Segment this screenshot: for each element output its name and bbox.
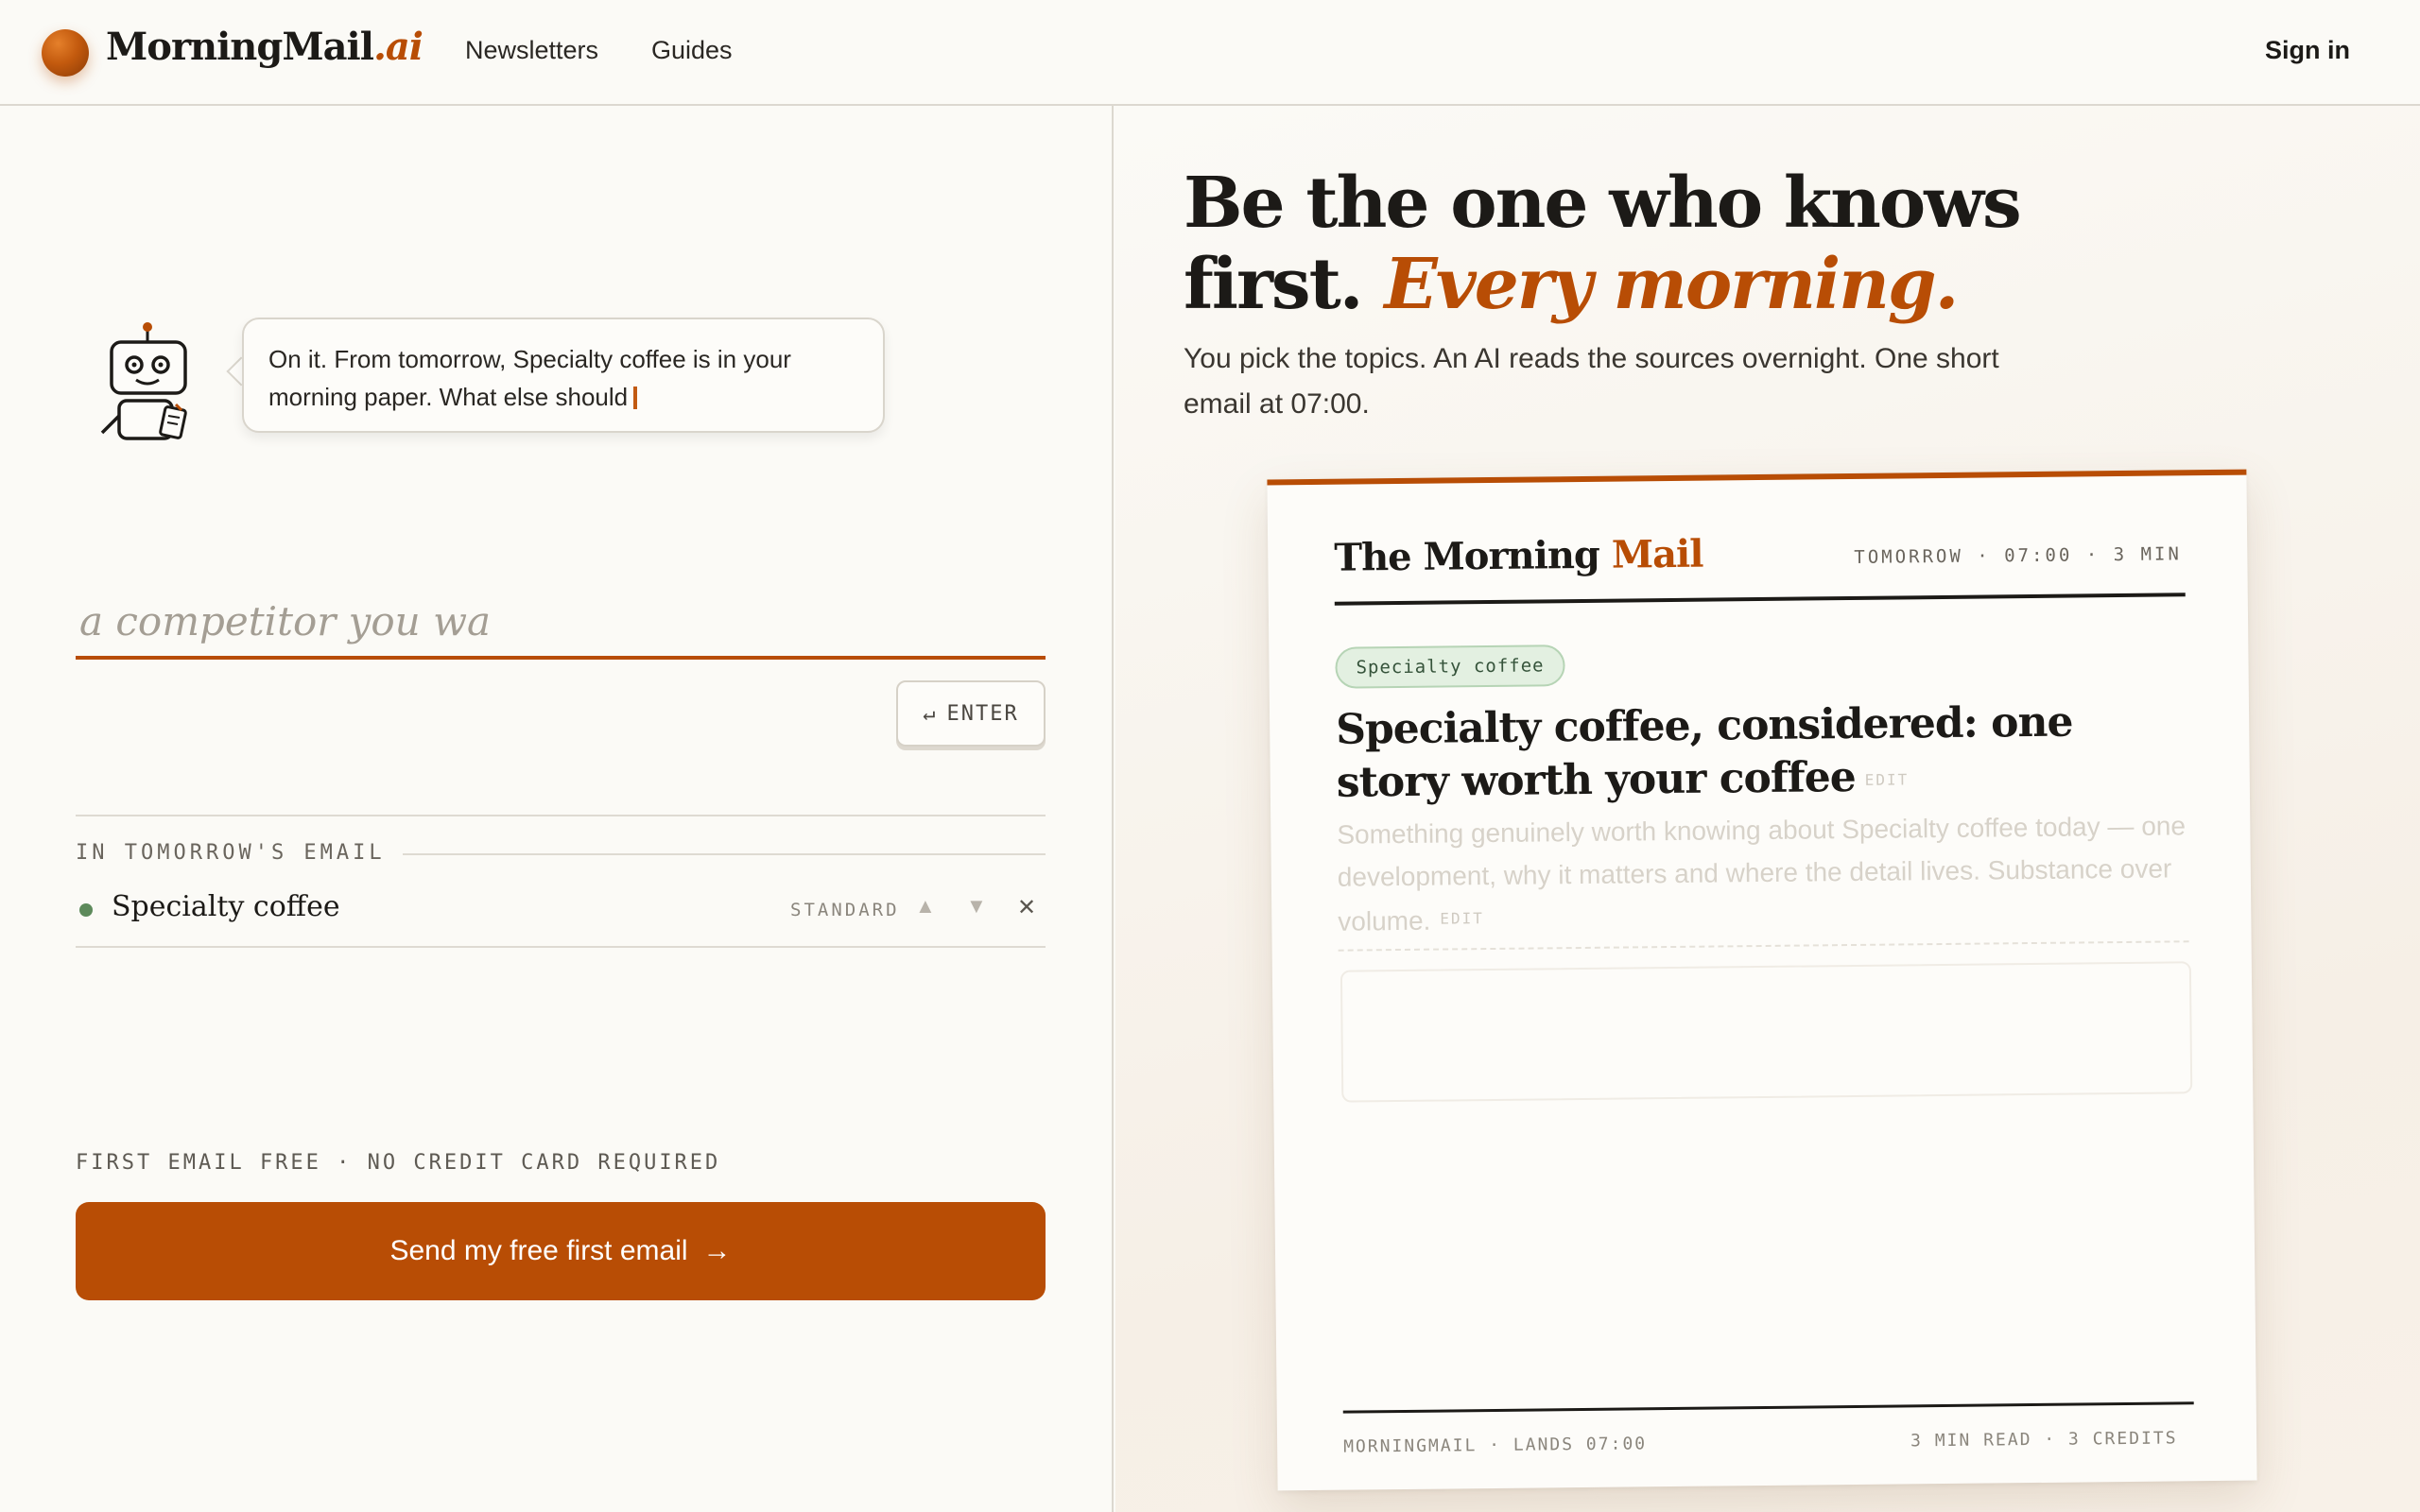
sign-in-link[interactable]: Sign in (2265, 36, 2350, 65)
tomorrow-email-label: IN TOMORROW'S EMAIL (76, 841, 403, 865)
topic-list-item: Specialty coffee STANDARD ▲ ▼ ✕ (76, 883, 1046, 937)
hero-title-line1: Be the one who knows (1184, 163, 2022, 244)
assistant-message: On it. From tomorrow, Specialty coffee i… (268, 345, 791, 411)
topic-chip: Specialty coffee (1335, 644, 1565, 689)
enter-key-icon: ↵ (923, 701, 938, 726)
masthead-accent: Mail (1611, 531, 1703, 577)
section-divider (76, 815, 1046, 816)
brand-wordmark[interactable]: MorningMail.ai (106, 25, 424, 69)
newsletter-masthead: The Morning Mail (1334, 532, 1703, 580)
hero-title: Be the one who knows first. Every mornin… (1184, 163, 2318, 325)
story-summary[interactable]: Something genuinely worth knowing about … (1337, 804, 2189, 952)
masthead-plain: The Morning (1334, 532, 1600, 580)
hero-subtitle: You pick the topics. An AI reads the sou… (1184, 343, 1999, 420)
delivery-meta: TOMORROW · 07:00 · 3 MIN (1854, 543, 2182, 568)
enter-button-label: ENTER (946, 701, 1019, 726)
typing-caret (633, 387, 638, 409)
story-headline-text: Specialty coffee, considered: one story … (1335, 697, 2073, 807)
email-preview-card: The Morning Mail TOMORROW · 07:00 · 3 MI… (1267, 469, 2257, 1491)
nav-link-newsletters[interactable]: Newsletters (465, 36, 598, 65)
topic-builder-panel: On it. From tomorrow, Specialty coffee i… (0, 106, 1114, 1512)
edit-summary-label[interactable]: EDIT (1440, 909, 1484, 927)
footer-brand-time: MORNINGMAIL · LANDS 07:00 (1343, 1434, 1648, 1457)
enter-button[interactable]: ↵ ENTER (896, 680, 1046, 747)
topic-name: Specialty coffee (112, 890, 340, 923)
arrow-right-icon: → (702, 1235, 732, 1266)
topic-input-underline (76, 656, 1046, 660)
send-first-email-button[interactable]: Send my free first email → (76, 1202, 1046, 1300)
assistant-speech-bubble: On it. From tomorrow, Specialty coffee i… (242, 318, 885, 433)
move-up-icon[interactable]: ▲ (915, 894, 936, 919)
topic-tier-toggle[interactable]: STANDARD (790, 900, 900, 920)
brand-logo-icon[interactable] (42, 29, 89, 77)
top-nav: MorningMail.ai Newsletters Guides Sign i… (0, 0, 2420, 106)
hero-title-line2: first. (1184, 244, 1364, 325)
nav-link-guides[interactable]: Guides (651, 36, 733, 65)
brand-suffix: .ai (372, 25, 424, 69)
edit-headline-label[interactable]: EDIT (1865, 770, 1910, 788)
topic-status-dot (79, 903, 93, 917)
robot-assistant-icon (100, 322, 187, 440)
topic-list-bottom-rule (76, 946, 1046, 948)
footer-read-credits: 3 MIN READ · 3 CREDITS (1910, 1428, 2178, 1452)
hero-panel: Be the one who knows first. Every mornin… (1115, 106, 2420, 1512)
remove-topic-icon[interactable]: ✕ (1017, 894, 1036, 921)
brand-name: MorningMail (106, 25, 374, 69)
loading-placeholder-block (1340, 961, 2193, 1103)
masthead-rule (1334, 593, 2186, 606)
cta-label: Send my free first email (389, 1235, 688, 1266)
topic-input[interactable] (76, 576, 879, 665)
story-headline[interactable]: Specialty coffee, considered: one story … (1336, 695, 2187, 812)
hero-title-accent: Every morning. (1384, 244, 1959, 325)
move-down-icon[interactable]: ▼ (966, 894, 987, 919)
free-email-note: FIRST EMAIL FREE · NO CREDIT CARD REQUIR… (76, 1151, 721, 1175)
footer-rule (1342, 1401, 2194, 1414)
